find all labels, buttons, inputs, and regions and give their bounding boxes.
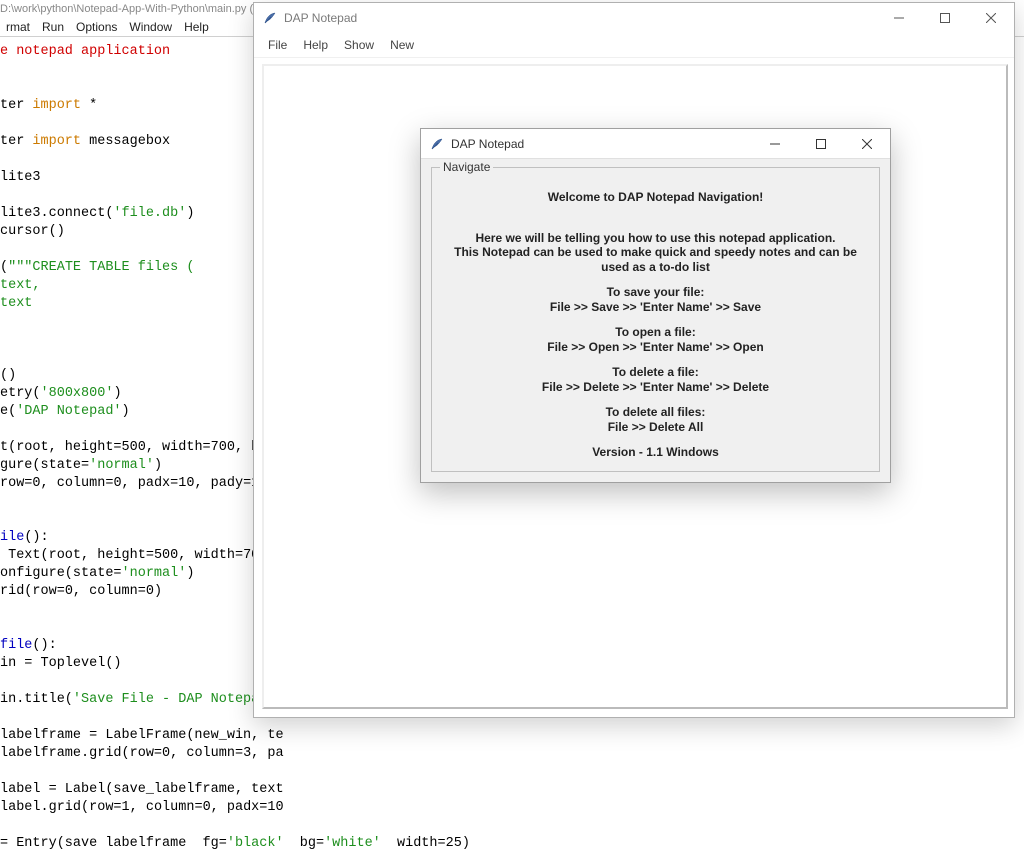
dialog-title: DAP Notepad [451,137,524,151]
idle-menu-options[interactable]: Options [70,20,123,34]
menu-new[interactable]: New [382,38,422,52]
code-comment: e notepad application [0,44,170,59]
dialog-titlebar[interactable]: DAP Notepad [421,129,890,159]
dap-navigate-dialog: DAP Notepad Navigate Welcome to DAP Note… [420,128,891,483]
nav-open-heading: To open a file: [440,325,871,340]
dap-main-menubar: File Help Show New [254,33,1014,57]
nav-delete-all-text: File >> Delete All [440,420,871,435]
close-button[interactable] [968,3,1014,33]
idle-menu-help[interactable]: Help [178,20,215,34]
feather-icon [262,10,278,26]
menu-show[interactable]: Show [336,38,382,52]
navigate-labelframe: Navigate Welcome to DAP Notepad Navigati… [431,167,880,472]
idle-menu-run[interactable]: Run [36,20,70,34]
maximize-button[interactable] [922,3,968,33]
navigate-content: Welcome to DAP Notepad Navigation! Here … [440,190,871,460]
dap-main-titlebar[interactable]: DAP Notepad [254,3,1014,33]
dialog-maximize-button[interactable] [798,129,844,159]
nav-welcome: Welcome to DAP Notepad Navigation! [440,190,871,205]
nav-intro-2: This Notepad can be used to make quick a… [440,245,871,274]
feather-icon [429,136,445,152]
idle-menu-window[interactable]: Window [123,20,178,34]
nav-delete-heading: To delete a file: [440,365,871,380]
menu-file[interactable]: File [260,38,295,52]
nav-open-text: File >> Open >> 'Enter Name' >> Open [440,340,871,355]
dialog-body: Navigate Welcome to DAP Notepad Navigati… [421,159,890,482]
idle-menu-format[interactable]: rmat [0,20,36,34]
nav-save-text: File >> Save >> 'Enter Name' >> Save [440,300,871,315]
nav-intro-1: Here we will be telling you how to use t… [440,231,871,246]
nav-delete-all-heading: To delete all files: [440,405,871,420]
dap-main-title: DAP Notepad [284,11,357,25]
dialog-minimize-button[interactable] [752,129,798,159]
menu-help[interactable]: Help [295,38,336,52]
nav-save-heading: To save your file: [440,285,871,300]
dialog-close-button[interactable] [844,129,890,159]
nav-version: Version - 1.1 Windows [440,445,871,460]
minimize-button[interactable] [876,3,922,33]
labelframe-title: Navigate [440,160,493,174]
nav-delete-text: File >> Delete >> 'Enter Name' >> Delete [440,380,871,395]
